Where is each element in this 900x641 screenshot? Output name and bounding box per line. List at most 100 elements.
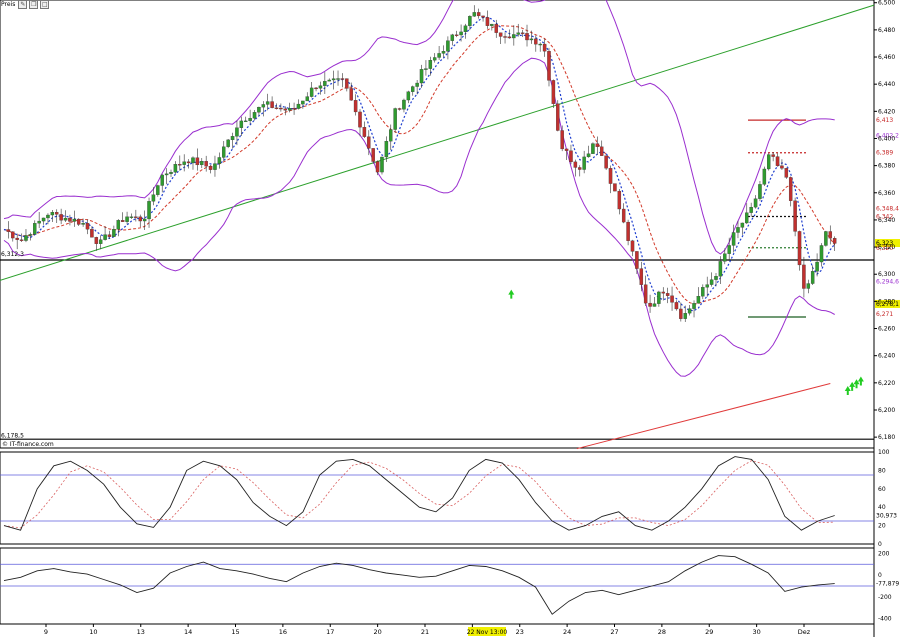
candle-body <box>305 96 310 102</box>
candle-body <box>336 78 340 80</box>
stochastic-value-label: 30,973 <box>876 512 897 519</box>
pencil-icon[interactable]: ✎ <box>18 0 28 9</box>
candle-body <box>393 108 397 130</box>
time-axis-label: 21 <box>421 628 429 636</box>
candle-body <box>257 106 261 113</box>
candle-body <box>578 167 582 170</box>
candle-body <box>345 78 349 89</box>
candle-body <box>630 240 635 252</box>
candle-body <box>529 38 534 41</box>
candle-body <box>411 86 415 92</box>
candle-body <box>358 111 362 128</box>
candle-body <box>63 217 68 221</box>
candle-body <box>323 81 327 86</box>
candle-body <box>793 200 797 232</box>
candle-body <box>432 57 437 61</box>
candle-body <box>371 148 375 162</box>
candle-body <box>222 146 226 158</box>
candle-body <box>727 245 731 254</box>
candle-body <box>463 25 468 33</box>
candle-body <box>718 261 723 277</box>
candle-body <box>331 78 336 81</box>
candle-body <box>142 218 147 222</box>
price-tick-label: 6,180 <box>878 434 895 441</box>
stochastic-layer: 30,973 <box>0 456 897 531</box>
candle-body <box>33 223 37 235</box>
candle-body <box>41 217 46 222</box>
candle-body <box>736 227 740 233</box>
candle-body <box>643 284 648 304</box>
candle-body <box>59 214 63 221</box>
time-axis-label: 13 <box>137 628 145 636</box>
candle-body <box>512 34 516 39</box>
price-tick-label: 6,300 <box>878 271 895 278</box>
candle-body <box>784 168 789 178</box>
price-tick-label: 6,380 <box>878 163 895 170</box>
candle-body <box>454 34 459 36</box>
candle-body <box>195 157 200 166</box>
candle-body <box>709 279 714 285</box>
price-marker-label: 6,413 <box>876 117 893 124</box>
candle-body <box>200 161 204 166</box>
candle-body <box>239 120 244 128</box>
candle-body <box>621 208 626 223</box>
stochastic-tick-label: 40 <box>878 504 886 511</box>
candle-body <box>103 234 107 240</box>
candle-body <box>670 295 674 303</box>
window-icon[interactable]: □ <box>40 0 50 9</box>
candle-body <box>380 156 384 173</box>
copy-icon[interactable]: ❐ <box>29 0 39 9</box>
candle-body <box>11 231 15 239</box>
stochastic-tick-label: 0 <box>878 541 882 548</box>
candle-body <box>296 103 301 109</box>
cci-tick-label: 0 <box>878 572 882 579</box>
candle-body <box>156 185 160 195</box>
candle-body <box>679 308 683 319</box>
candle-body <box>107 234 112 237</box>
price-tick-label: 6,280 <box>878 298 895 305</box>
candle-body <box>292 108 296 110</box>
candle-body <box>608 168 613 184</box>
candle-body <box>639 268 644 285</box>
time-axis-label: 10 <box>89 628 97 636</box>
candle-body <box>762 168 767 185</box>
time-axis-label: 30 <box>752 628 760 636</box>
candle-body <box>767 154 771 170</box>
time-axis-label: 28 <box>658 628 666 636</box>
candle-body <box>173 164 178 173</box>
candle-body <box>604 155 608 169</box>
candle-body <box>54 212 59 215</box>
candle-body <box>384 140 389 158</box>
stochastic-tick-label: 100 <box>878 449 890 456</box>
candle-body <box>485 17 490 26</box>
candle-body <box>235 127 239 137</box>
time-axis-label: 16 <box>279 628 287 636</box>
candle-body <box>160 174 164 186</box>
candle-body <box>402 99 406 110</box>
candle-body <box>129 216 134 218</box>
candle-body <box>802 264 806 289</box>
candle-body <box>476 12 481 17</box>
time-axis-label: 20 <box>373 628 381 636</box>
chart-svg: 6,4136,402,26,3896,348,46,3426,3236,3206… <box>0 0 900 637</box>
candle-body <box>164 173 169 176</box>
candle-body <box>243 120 248 123</box>
candle-body <box>626 221 630 241</box>
trendline <box>0 4 875 281</box>
axes-layer: 6,500 6,480 6,460 6,440 6,420 6,400 6,380 6,360… <box>44 0 895 636</box>
candle-body <box>745 212 749 224</box>
candle-body <box>687 308 692 314</box>
time-axis-label: 17 <box>326 628 334 636</box>
candle-body <box>424 68 428 70</box>
candle-body <box>775 156 780 166</box>
candle-body <box>819 245 824 263</box>
left-price-label: 6,312,3 <box>1 251 24 258</box>
candle-body <box>204 161 208 167</box>
candle-body <box>503 36 507 38</box>
candle-body <box>613 183 617 192</box>
candle-body <box>569 150 573 163</box>
candle-body <box>516 32 520 35</box>
candle-body <box>815 261 819 272</box>
candle-body <box>599 146 604 156</box>
candle-body <box>828 231 833 239</box>
